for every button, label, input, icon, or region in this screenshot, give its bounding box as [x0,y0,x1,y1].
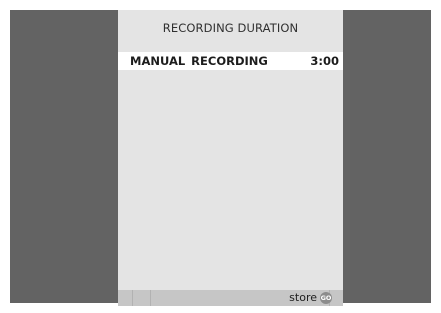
menu-title: RECORDING DURATION [162,21,299,35]
footer-divider [132,290,133,306]
store-label: store [289,291,317,304]
menu-panel: RECORDING DURATION MANUAL RECORDING 3:00… [118,10,343,306]
menu-item-manual-recording[interactable]: MANUAL RECORDING 3:00 [118,52,343,70]
footer-bar: store GO [118,290,343,306]
menu-item-label: MANUAL RECORDING [130,54,268,68]
footer-divider [150,290,151,306]
go-button-icon[interactable]: GO [320,292,332,304]
recording-duration-value[interactable]: 3:00 [310,54,339,68]
